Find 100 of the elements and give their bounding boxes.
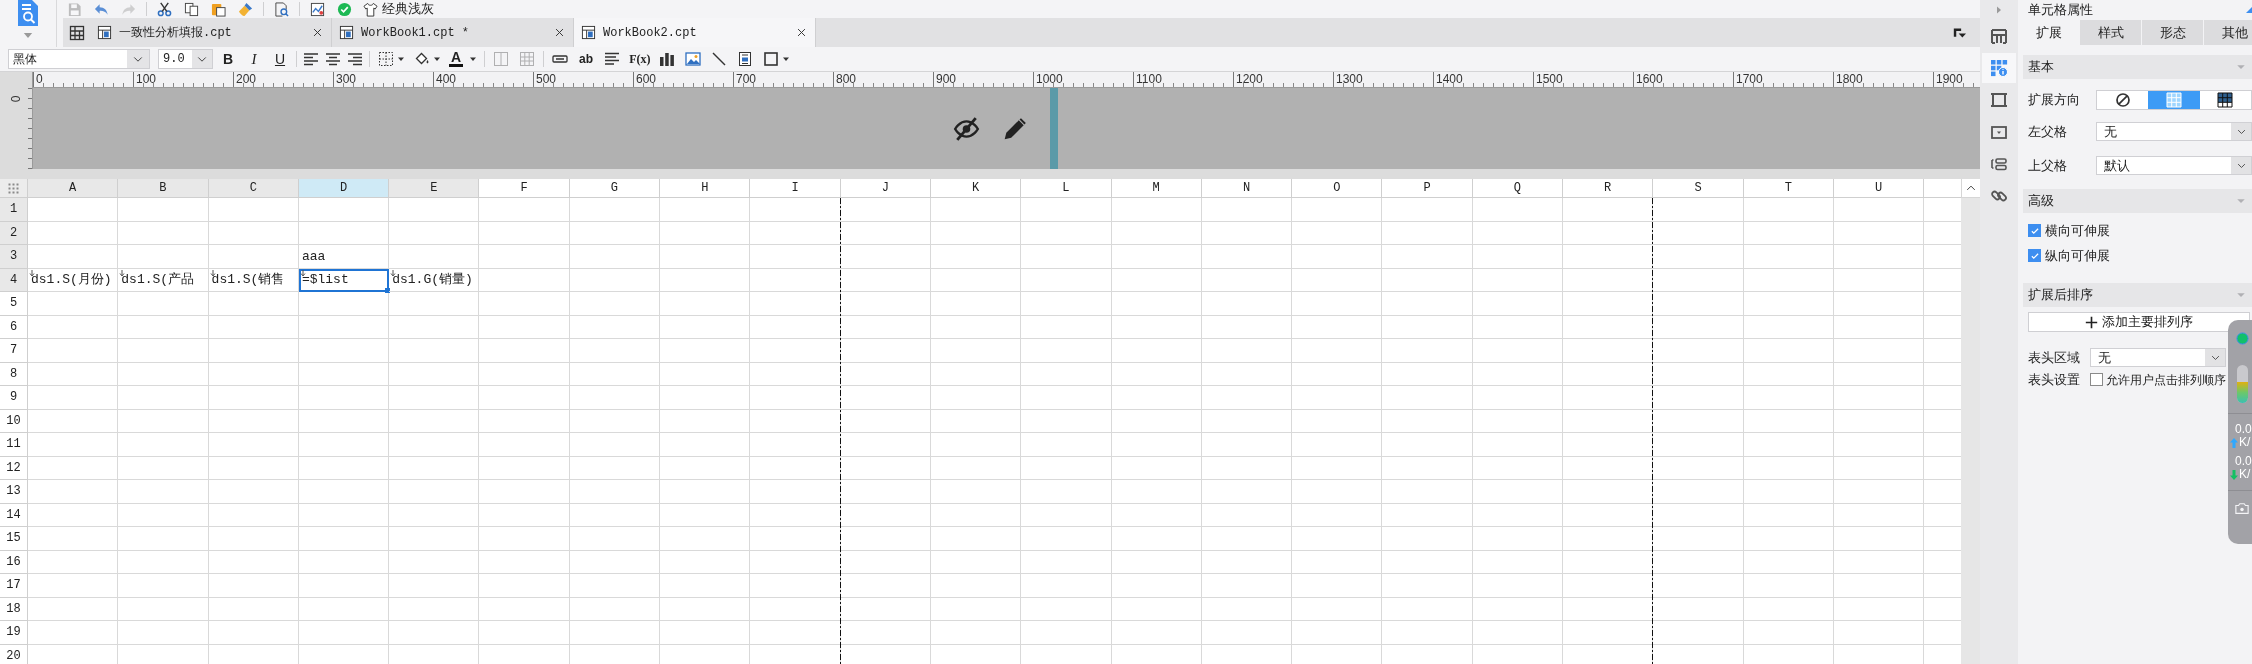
close-icon[interactable] <box>554 27 565 38</box>
table-cell[interactable]: ds1.G(销量) <box>389 268 480 292</box>
close-icon[interactable] <box>796 27 807 38</box>
scroll-up-button[interactable] <box>1961 179 1980 198</box>
square-outline-icon[interactable] <box>762 51 779 67</box>
column-header[interactable]: R <box>1563 179 1654 198</box>
align-center-icon[interactable] <box>325 51 341 67</box>
panel-tab[interactable]: 形态 <box>2142 20 2203 45</box>
row-header[interactable]: 6 <box>0 315 28 339</box>
scrollbar-track[interactable] <box>1961 179 1980 664</box>
table-cell[interactable]: ds1.S(月份) <box>28 268 119 292</box>
document-icon[interactable] <box>737 51 754 67</box>
row-header[interactable]: 12 <box>0 456 28 480</box>
align-right-icon[interactable] <box>347 51 363 67</box>
checkbox[interactable] <box>2028 224 2041 237</box>
grid-icon[interactable] <box>68 24 85 41</box>
row-header[interactable]: 11 <box>0 433 28 457</box>
row-header[interactable]: 1 <box>0 198 28 222</box>
arrow-icon[interactable] <box>2246 6 2252 13</box>
dropdown-field[interactable]: 默认 <box>2096 156 2252 175</box>
dropdown-field[interactable]: 无 <box>2096 122 2252 141</box>
row-header[interactable]: 8 <box>0 362 28 386</box>
scissors-icon[interactable] <box>157 1 172 17</box>
section-header[interactable]: 扩展后排序 <box>2023 283 2252 307</box>
row-header[interactable]: 5 <box>0 292 28 316</box>
formula-button[interactable]: F(x) <box>625 49 655 69</box>
column-header[interactable]: G <box>569 179 661 198</box>
row-header[interactable]: 4 <box>0 268 28 292</box>
caret-down-icon[interactable] <box>396 55 405 63</box>
section-header[interactable]: 基本 <box>2023 55 2252 79</box>
column-header[interactable]: C <box>208 179 299 198</box>
camera-icon[interactable] <box>2234 502 2250 516</box>
column-header[interactable]: N <box>1201 179 1293 198</box>
column-header[interactable]: S <box>1653 179 1744 198</box>
paintbrush-icon[interactable] <box>238 1 253 17</box>
border-icon[interactable] <box>377 51 394 67</box>
column-header[interactable]: J <box>840 179 931 198</box>
column-header[interactable]: D <box>298 179 390 198</box>
row-header[interactable]: 14 <box>0 503 28 527</box>
column-header[interactable]: K <box>930 179 1022 198</box>
row-header[interactable]: 9 <box>0 386 28 410</box>
line-chart-icon[interactable] <box>310 1 325 17</box>
row-header[interactable]: 16 <box>0 550 28 574</box>
segmented-control[interactable] <box>2096 90 2252 110</box>
row-header[interactable]: 2 <box>0 221 28 245</box>
row-header[interactable]: 15 <box>0 527 28 551</box>
add-sort-button[interactable]: 添加主要排列序 <box>2028 312 2250 332</box>
column-header[interactable]: H <box>660 179 751 198</box>
column-header[interactable]: P <box>1382 179 1473 198</box>
close-icon[interactable] <box>312 27 323 38</box>
table-cell[interactable]: ds1.S(产品 <box>118 268 209 292</box>
bar-chart-icon[interactable] <box>659 51 676 67</box>
font-color-button[interactable]: A <box>445 49 482 69</box>
font-size-select[interactable]: 9.0 <box>158 49 213 69</box>
text-lines-icon[interactable] <box>604 51 621 67</box>
bold-button[interactable]: B <box>215 49 241 69</box>
caret-right-icon[interactable] <box>1995 5 2003 15</box>
file-tab[interactable]: WorkBook2.cpt <box>574 18 816 47</box>
font-select[interactable]: 黑体 <box>8 49 150 69</box>
table-cell[interactable]: ds1.S(销售 <box>208 268 299 292</box>
check-circle-icon[interactable] <box>337 1 352 17</box>
column-header[interactable]: B <box>118 179 209 198</box>
caret-down-icon[interactable] <box>432 55 441 63</box>
document-search-icon[interactable] <box>16 0 40 26</box>
image-icon[interactable] <box>685 51 702 67</box>
column-header[interactable]: O <box>1292 179 1383 198</box>
row-header[interactable]: 19 <box>0 621 28 645</box>
table-cell[interactable]: =$list <box>298 268 390 292</box>
theme-button[interactable]: 经典浅灰 <box>358 0 439 18</box>
table-cell[interactable]: aaa <box>298 245 390 269</box>
row-header[interactable]: 10 <box>0 409 28 433</box>
panel-tab[interactable]: 样式 <box>2080 20 2141 45</box>
dots-grid-icon[interactable] <box>8 182 19 194</box>
row-header[interactable]: 7 <box>0 339 28 363</box>
column-header[interactable]: E <box>389 179 480 198</box>
row-header[interactable]: 13 <box>0 480 28 504</box>
paint-bucket-icon[interactable] <box>413 51 430 67</box>
eye-slash-icon[interactable] <box>951 115 982 142</box>
tab-list-icon[interactable] <box>1953 26 1966 39</box>
undo-icon[interactable] <box>94 1 109 17</box>
panel-tab[interactable]: 其他 <box>2204 20 2252 45</box>
column-header[interactable]: T <box>1743 179 1834 198</box>
copy-icon[interactable] <box>184 1 199 17</box>
column-header[interactable]: Q <box>1472 179 1564 198</box>
side-tab[interactable] <box>1982 53 2016 83</box>
document-search-icon[interactable] <box>274 1 289 17</box>
column-header[interactable]: M <box>1111 179 1202 198</box>
column-header[interactable]: A <box>28 179 119 198</box>
checkbox[interactable] <box>2028 249 2041 262</box>
column-header[interactable]: F <box>479 179 570 198</box>
align-left-icon[interactable] <box>303 51 319 67</box>
column-header[interactable]: L <box>1021 179 1112 198</box>
column-header[interactable]: U <box>1833 179 1925 198</box>
row-header[interactable]: 18 <box>0 597 28 621</box>
diagonal-line-icon[interactable] <box>711 51 728 67</box>
column-header[interactable]: I <box>750 179 841 198</box>
text-widget-button[interactable]: ab <box>573 49 600 69</box>
caret-down-icon[interactable] <box>781 55 790 63</box>
paste-icon[interactable] <box>211 1 226 17</box>
row-header[interactable]: 17 <box>0 574 28 598</box>
